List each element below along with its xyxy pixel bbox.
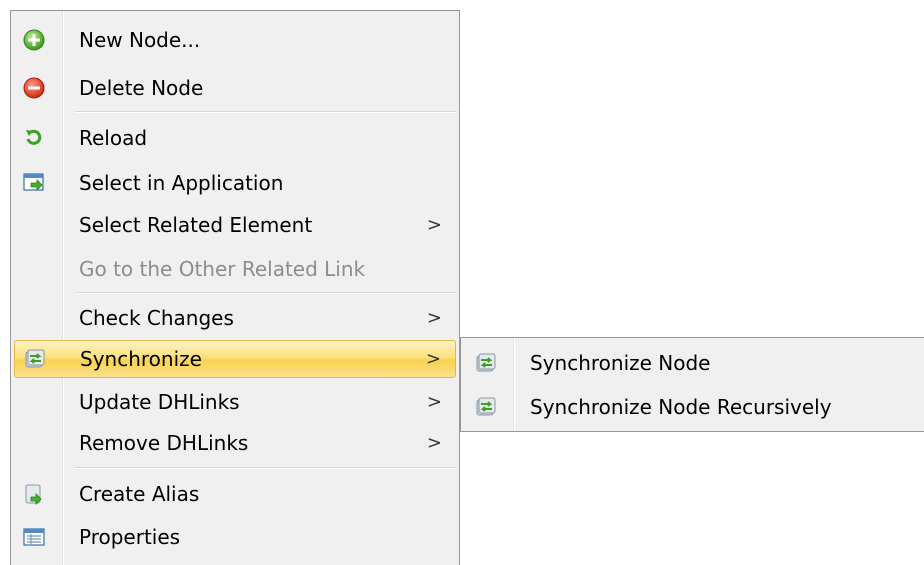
- menu-item-go-to-other-related-link: Go to the Other Related Link: [14, 250, 456, 288]
- menu-item-select-related-element[interactable]: Select Related Element >: [14, 206, 456, 244]
- delete-circle-icon: [22, 76, 46, 100]
- synchronize-icon: [474, 351, 498, 375]
- menu-item-new-node[interactable]: New Node...: [14, 21, 456, 59]
- select-in-application-icon: [22, 171, 46, 195]
- menu-item-label: Delete Node: [79, 76, 204, 100]
- submenu-arrow-icon: >: [426, 432, 442, 454]
- menu-item-label: New Node...: [79, 28, 201, 52]
- submenu-arrow-icon: >: [426, 391, 442, 413]
- menu-item-remove-dhlinks[interactable]: Remove DHLinks >: [14, 424, 456, 462]
- menu-item-label: Check Changes: [79, 306, 234, 330]
- add-circle-icon: [22, 28, 46, 52]
- reload-icon: [22, 126, 46, 150]
- menu-item-properties[interactable]: Properties: [14, 518, 456, 556]
- menu-item-label: Select in Application: [79, 171, 284, 195]
- submenu-arrow-icon: >: [425, 348, 441, 370]
- menu-item-check-changes[interactable]: Check Changes >: [14, 299, 456, 337]
- menu-separator: [75, 292, 457, 294]
- submenu-arrow-icon: >: [426, 307, 442, 329]
- menu-item-label: Go to the Other Related Link: [79, 257, 366, 281]
- menu-item-label: Create Alias: [79, 482, 200, 506]
- menu-item-label: Remove DHLinks: [79, 431, 249, 455]
- create-alias-icon: [22, 482, 46, 506]
- menu-separator: [75, 467, 457, 469]
- properties-icon: [22, 525, 46, 549]
- menu-item-delete-node[interactable]: Delete Node: [14, 69, 456, 107]
- menu-item-label: Properties: [79, 525, 181, 549]
- menu-separator: [75, 111, 457, 113]
- menu-item-label: Synchronize Node Recursively: [530, 395, 832, 419]
- menu-item-label: Reload: [79, 126, 148, 150]
- context-menu: New Node... Delete Node Reload Select in…: [10, 10, 460, 565]
- menu-item-label: Select Related Element: [79, 213, 313, 237]
- menu-item-select-in-application[interactable]: Select in Application: [14, 164, 456, 202]
- submenu-arrow-icon: >: [426, 214, 442, 236]
- menu-item-synchronize-node-recursively[interactable]: Synchronize Node Recursively: [464, 388, 919, 426]
- menu-item-reload[interactable]: Reload: [14, 119, 456, 157]
- menu-item-update-dhlinks[interactable]: Update DHLinks >: [14, 383, 456, 421]
- menu-item-synchronize-node[interactable]: Synchronize Node: [464, 344, 919, 382]
- menu-item-create-alias[interactable]: Create Alias: [14, 475, 456, 513]
- menu-item-label: Synchronize: [80, 347, 202, 371]
- menu-item-label: Synchronize Node: [530, 351, 711, 375]
- synchronize-icon: [23, 347, 47, 371]
- menu-item-synchronize[interactable]: Synchronize >: [14, 340, 456, 378]
- menu-item-label: Update DHLinks: [79, 390, 240, 414]
- synchronize-submenu: Synchronize Node Synchronize Node Recurs…: [460, 337, 924, 432]
- synchronize-icon: [474, 395, 498, 419]
